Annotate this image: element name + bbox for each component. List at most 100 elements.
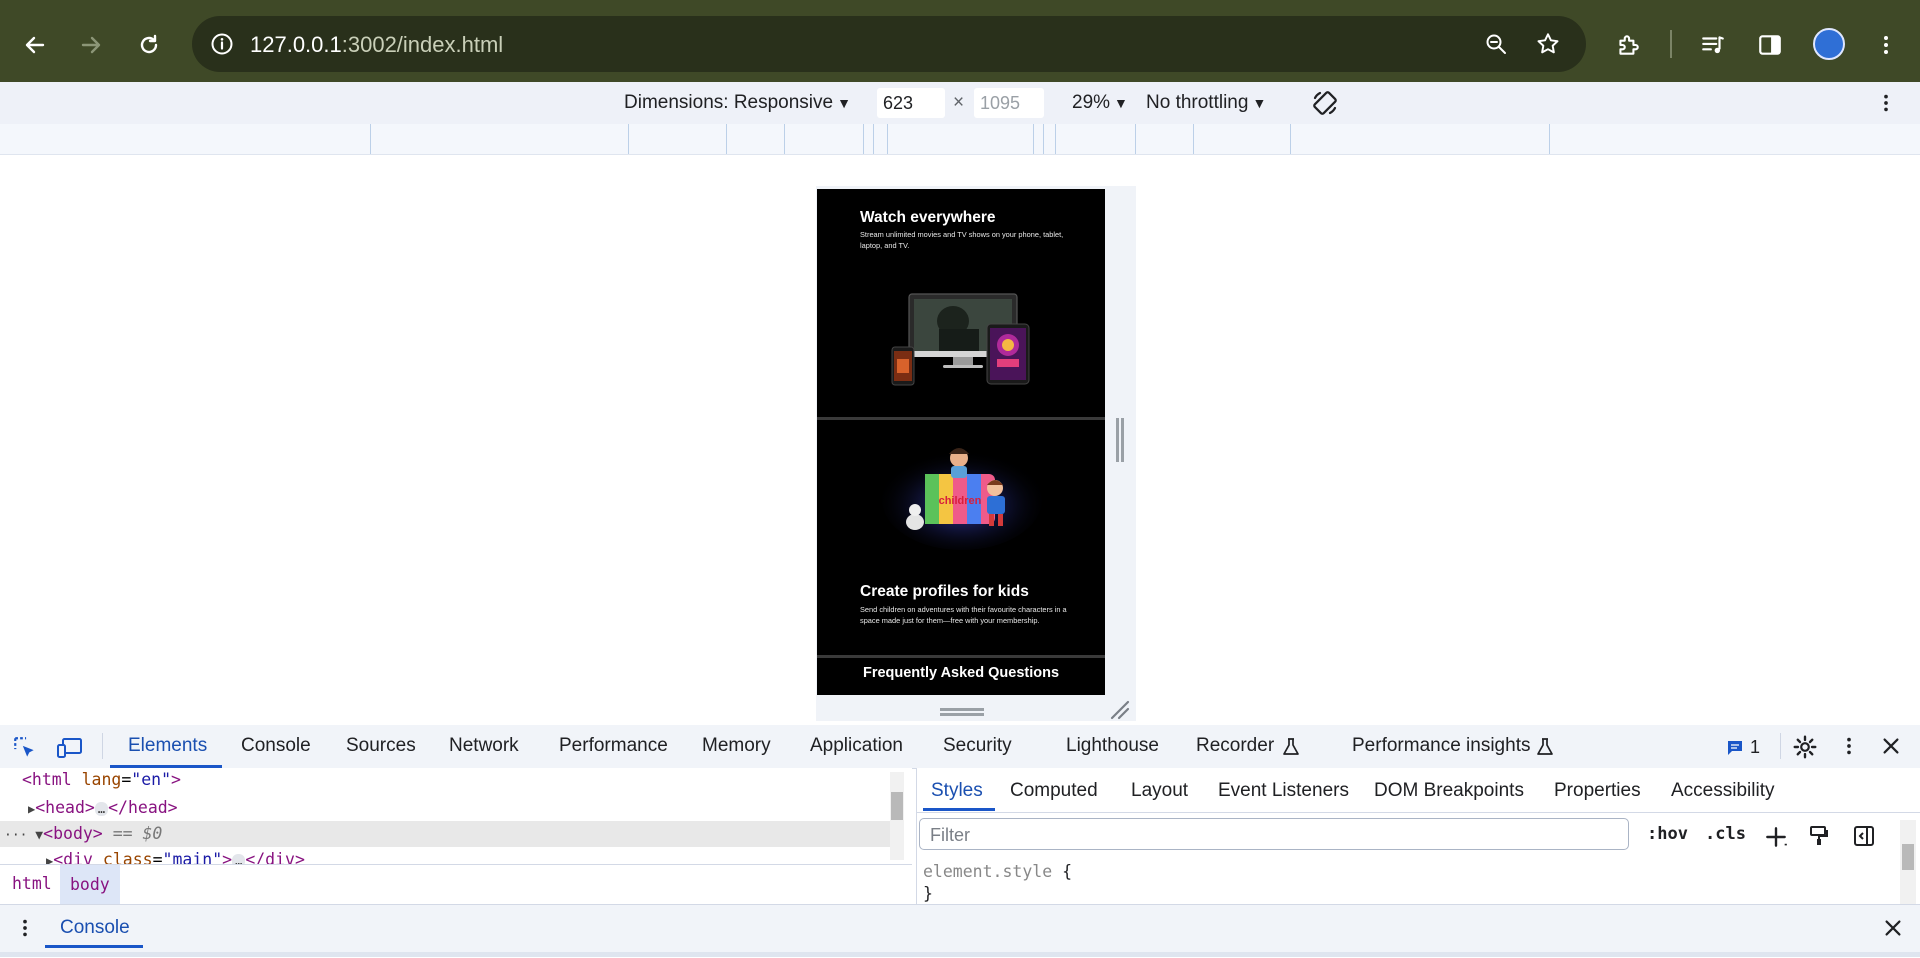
tab-lighthouse[interactable]: Lighthouse bbox=[1066, 735, 1159, 757]
styles-tab-event-listeners[interactable]: Event Listeners bbox=[1218, 780, 1349, 802]
kids-profiles-section: children Create profiles for kids Send c… bbox=[817, 420, 1105, 655]
drawer-tab-console[interactable]: Console bbox=[60, 917, 130, 939]
cls-toggle[interactable]: .cls bbox=[1705, 824, 1746, 844]
device-toolbar: Dimensions: Responsive ▼ 623 × 1095 29% ▼ … bbox=[0, 82, 1920, 125]
side-panel-icon[interactable] bbox=[1747, 22, 1793, 68]
dom-node-body[interactable]: ··· ▼<body> == $0 bbox=[4, 824, 162, 843]
width-input[interactable]: 623 bbox=[877, 88, 945, 118]
tab-console[interactable]: Console bbox=[241, 735, 311, 757]
url-text[interactable]: 127.0.0.1:3002/index.html bbox=[250, 32, 503, 58]
tab-sources[interactable]: Sources bbox=[346, 735, 416, 757]
dom-tree[interactable]: <html lang="en"> ▶<head>… </head> ··· ▼<b… bbox=[0, 768, 912, 864]
ruler-tick bbox=[1043, 124, 1044, 154]
browser-menu-icon[interactable] bbox=[1863, 22, 1909, 68]
ruler-tick bbox=[1033, 124, 1034, 154]
tab-performance-insights[interactable]: Performance insights bbox=[1352, 735, 1530, 757]
zoom-icon[interactable] bbox=[1480, 28, 1512, 60]
hov-toggle[interactable]: :hov bbox=[1647, 824, 1688, 844]
close-drawer-icon[interactable] bbox=[1882, 917, 1904, 939]
styles-divider bbox=[917, 812, 1920, 813]
new-rule-plus-icon[interactable] bbox=[1763, 824, 1789, 850]
breadcrumb-body[interactable]: body bbox=[60, 865, 120, 904]
ruler-tick bbox=[628, 124, 629, 154]
styles-tab-styles[interactable]: Styles bbox=[931, 780, 983, 802]
close-devtools-icon[interactable] bbox=[1880, 735, 1902, 757]
ruler-tick bbox=[1135, 124, 1136, 154]
media-query-ruler bbox=[0, 124, 1920, 155]
ruler-tick bbox=[873, 124, 874, 154]
profile-avatar[interactable] bbox=[1813, 28, 1845, 60]
inspect-element-icon[interactable] bbox=[12, 735, 38, 761]
dom-node-div-main[interactable]: ▶<div class="main">… </div> bbox=[46, 850, 305, 864]
issues-icon bbox=[1728, 740, 1742, 755]
styles-filter-input[interactable]: Filter bbox=[919, 818, 1629, 850]
forward-button[interactable] bbox=[68, 22, 114, 68]
zoom-dropdown[interactable]: 29% ▼ bbox=[1072, 92, 1128, 114]
tab-elements[interactable]: Elements bbox=[128, 735, 207, 757]
drawer-menu-icon[interactable] bbox=[14, 917, 36, 939]
settings-gear-icon[interactable] bbox=[1792, 734, 1818, 760]
back-button[interactable] bbox=[12, 22, 58, 68]
rotate-icon[interactable] bbox=[1310, 88, 1340, 118]
right-resize-handle[interactable] bbox=[1114, 418, 1126, 462]
faq-section: Frequently Asked Questions bbox=[817, 658, 1105, 695]
breadcrumb-html[interactable]: html bbox=[12, 874, 52, 893]
media-controls-icon[interactable] bbox=[1690, 22, 1736, 68]
toggle-sidebar-icon[interactable] bbox=[1852, 824, 1876, 848]
element-style-selector[interactable]: element.style { bbox=[923, 862, 1072, 881]
caret-down-icon: ▼ bbox=[837, 95, 851, 111]
paint-brush-icon[interactable] bbox=[1807, 824, 1831, 848]
styles-tab-computed[interactable]: Computed bbox=[1010, 780, 1098, 802]
throttling-dropdown[interactable]: No throttling ▼ bbox=[1146, 92, 1266, 114]
dom-node-html[interactable]: <html lang="en"> bbox=[22, 770, 181, 789]
ruler-tick bbox=[1549, 124, 1550, 154]
device-options-icon[interactable] bbox=[1875, 92, 1897, 114]
tab-performance[interactable]: Performance bbox=[559, 735, 668, 757]
toolbar-separator bbox=[1670, 30, 1672, 58]
section-title: Create profiles for kids bbox=[860, 583, 1029, 600]
bookmark-star-icon[interactable] bbox=[1532, 28, 1564, 60]
styles-tab-dom-breakpoints[interactable]: DOM Breakpoints bbox=[1374, 780, 1524, 802]
tab-recorder[interactable]: Recorder bbox=[1196, 735, 1274, 757]
dom-scrollbar[interactable] bbox=[890, 772, 904, 860]
watch-everywhere-section: Watch everywhere Stream unlimited movies… bbox=[817, 189, 1105, 417]
address-bar[interactable]: 127.0.0.1:3002/index.html bbox=[192, 16, 1586, 72]
site-info-icon[interactable] bbox=[206, 28, 238, 60]
tab-network[interactable]: Network bbox=[449, 735, 519, 757]
tab-memory[interactable]: Memory bbox=[702, 735, 771, 757]
reload-button[interactable] bbox=[126, 22, 172, 68]
styles-scrollbar[interactable] bbox=[1900, 820, 1916, 904]
tab-application[interactable]: Application bbox=[810, 735, 903, 757]
devtools-drawer: Console bbox=[0, 904, 1920, 953]
tab-security[interactable]: Security bbox=[943, 735, 1012, 757]
device-toggle-icon[interactable] bbox=[56, 735, 84, 761]
forward-arrow-icon bbox=[81, 36, 101, 54]
faq-title: Frequently Asked Questions bbox=[862, 665, 1060, 681]
extensions-icon[interactable] bbox=[1605, 22, 1651, 68]
section-text: Stream unlimited movies and TV shows on … bbox=[860, 230, 1064, 250]
scrollbar-thumb[interactable] bbox=[891, 792, 903, 820]
tab-separator bbox=[102, 733, 103, 759]
dom-node-head[interactable]: ▶<head>… </head> bbox=[28, 798, 178, 817]
ruler-tick bbox=[726, 124, 727, 154]
ruler-tick bbox=[370, 124, 371, 154]
height-input[interactable]: 1095 bbox=[974, 88, 1044, 118]
styles-tab-properties[interactable]: Properties bbox=[1554, 780, 1641, 802]
dimensions-dropdown[interactable]: Dimensions: Responsive ▼ bbox=[624, 92, 851, 114]
emulated-page[interactable]: Watch everywhere Stream unlimited movies… bbox=[817, 189, 1105, 695]
ruler-tick bbox=[1193, 124, 1194, 154]
bottom-resize-handle[interactable] bbox=[940, 706, 984, 718]
devtools-menu-icon[interactable] bbox=[1838, 735, 1860, 757]
ruler-tick bbox=[887, 124, 888, 154]
corner-resize-icon[interactable] bbox=[1108, 698, 1130, 720]
element-style-close: } bbox=[923, 884, 933, 903]
ruler-tick bbox=[863, 124, 864, 154]
styles-tab-accessibility[interactable]: Accessibility bbox=[1671, 780, 1774, 802]
scrollbar-thumb[interactable] bbox=[1902, 844, 1914, 870]
styles-tab-layout[interactable]: Layout bbox=[1131, 780, 1188, 802]
styles-tab-indicator bbox=[923, 808, 995, 811]
issues-counter[interactable]: 1 bbox=[1726, 737, 1760, 758]
devices-illustration bbox=[891, 293, 1030, 386]
back-arrow-icon bbox=[25, 36, 45, 54]
section-text: Send children on adventures with their f… bbox=[860, 605, 1067, 625]
